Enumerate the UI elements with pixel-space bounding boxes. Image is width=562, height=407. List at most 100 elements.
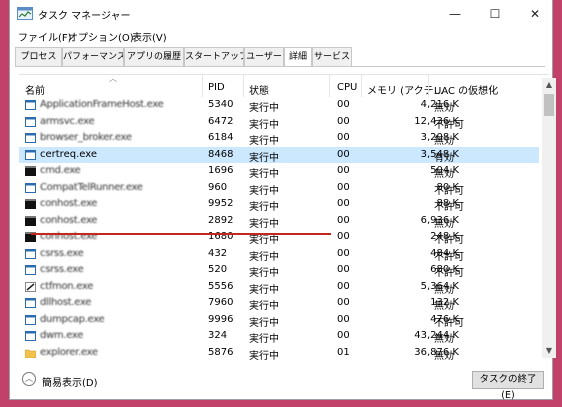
table-row[interactable]: csrss.exe 520 実行中 00 680 K 不許可 xyxy=(19,262,539,279)
details-table: ︿ 名前 PID 状態 CPU メモリ (アクテ... UAC の仮想化 App… xyxy=(19,74,549,365)
tab-processes[interactable]: プロセス xyxy=(15,47,62,66)
process-pid: 9952 xyxy=(208,198,234,209)
process-name: dumpcap.exe xyxy=(40,313,105,325)
tab-performance[interactable]: パフォーマンス xyxy=(62,47,124,66)
column-status[interactable]: 状態 xyxy=(249,82,269,97)
column-name[interactable]: 名前 xyxy=(25,82,45,97)
process-name: ApplicationFrameHost.exe xyxy=(40,99,164,110)
table-row[interactable]: dumpcap.exe 9996 実行中 00 476 K 不許可 xyxy=(19,312,539,329)
window-icon xyxy=(25,298,36,308)
tab-services[interactable]: サービス xyxy=(312,47,352,66)
process-pid: 5340 xyxy=(208,99,234,110)
process-name: browser_broker.exe xyxy=(40,132,132,143)
task-manager-icon xyxy=(17,7,33,21)
table-row[interactable]: csrss.exe 432 実行中 00 484 K 不許可 xyxy=(19,246,539,263)
table-row[interactable]: explorer.exe 5876 実行中 01 36,876 K 無効 xyxy=(19,345,539,362)
process-uac: 不許可 xyxy=(434,317,464,329)
tab-divider xyxy=(15,66,545,67)
tab-details[interactable]: 詳細 xyxy=(284,47,312,67)
column-cpu[interactable]: CPU xyxy=(337,82,357,93)
process-uac: 不許可 xyxy=(434,268,464,279)
process-status: 実行中 xyxy=(249,350,279,362)
column-divider xyxy=(243,75,244,97)
scroll-thumb[interactable] xyxy=(544,94,554,116)
table-header: ︿ 名前 PID 状態 CPU メモリ (アクテ... UAC の仮想化 xyxy=(19,74,539,97)
fewer-details-link[interactable]: 簡易表示(D) xyxy=(42,374,98,389)
process-name: csrss.exe xyxy=(40,264,84,275)
scroll-down-icon[interactable]: ▼ xyxy=(542,344,556,358)
close-button[interactable]: ✕ xyxy=(522,4,548,24)
process-name: certreq.exe xyxy=(40,148,97,160)
table-row[interactable]: browser_broker.exe 6184 実行中 00 3,208 K 無効 xyxy=(19,130,539,147)
table-row[interactable]: conhost.exe 1680 実行中 00 248 K 不許可 xyxy=(19,229,539,246)
table-row[interactable]: CompatTelRunner.exe 960 実行中 00 80 K 不許可 xyxy=(19,180,539,197)
process-pid: 432 xyxy=(208,247,228,259)
process-name: csrss.exe xyxy=(40,247,84,259)
process-cpu: 00 xyxy=(337,115,350,127)
process-cpu: 00 xyxy=(337,231,350,242)
scroll-up-icon[interactable]: ▲ xyxy=(542,78,556,92)
process-pid: 1696 xyxy=(208,165,234,176)
process-status: 実行中 xyxy=(249,334,279,345)
process-uac: 無効 xyxy=(434,169,454,180)
process-status: 実行中 xyxy=(249,202,279,213)
process-uac: 不許可 xyxy=(434,251,464,263)
tab-users[interactable]: ユーザー xyxy=(244,47,284,66)
table-row[interactable]: armsvc.exe 6472 実行中 00 12,436 K 不許可 xyxy=(19,114,539,131)
column-divider xyxy=(428,75,429,97)
process-status: 実行中 xyxy=(249,119,279,131)
column-uac[interactable]: UAC の仮想化 xyxy=(434,82,498,97)
process-pid: 2892 xyxy=(208,214,234,226)
window-icon xyxy=(25,265,36,275)
process-cpu: 00 xyxy=(337,165,350,176)
tab-startup[interactable]: スタートアップ xyxy=(184,47,244,66)
tab-app-history[interactable]: アプリの履歴 xyxy=(124,47,184,66)
table-row[interactable]: ctfmon.exe 5556 実行中 00 5,364 K 無効 xyxy=(19,279,539,296)
window-icon xyxy=(25,100,36,110)
process-cpu: 00 xyxy=(337,330,350,341)
window-icon xyxy=(25,182,36,193)
table-row[interactable]: ApplicationFrameHost.exe 5340 実行中 00 4,216 K… xyxy=(19,97,539,114)
process-status: 実行中 xyxy=(249,317,279,329)
process-pid: 8468 xyxy=(208,148,234,160)
table-row[interactable]: dwm.exe 324 実行中 00 43,244 K 無効 xyxy=(19,328,539,345)
process-uac: 無効 xyxy=(434,218,454,230)
table-row[interactable]: certreq.exe 8468 実行中 00 3,548 K 有効 xyxy=(19,146,539,164)
process-status: 実行中 xyxy=(249,268,279,279)
process-cpu: 00 xyxy=(337,148,350,160)
process-cpu: 00 xyxy=(337,99,350,110)
process-uac: 不許可 xyxy=(434,202,464,213)
process-uac: 不許可 xyxy=(434,185,464,197)
process-uac: 不許可 xyxy=(434,119,464,131)
process-name: dllhost.exe xyxy=(40,297,92,308)
menu-file[interactable]: ファイル(F) xyxy=(18,29,72,44)
process-pid: 9996 xyxy=(208,313,234,325)
table-body: ApplicationFrameHost.exe 5340 実行中 00 4,216 K… xyxy=(19,97,539,362)
window-icon xyxy=(25,248,36,259)
end-task-button[interactable]: タスクの終了(E) xyxy=(472,371,544,401)
process-cpu: 00 xyxy=(337,214,350,226)
table-row[interactable]: cmd.exe 1696 実行中 00 504 K 無効 xyxy=(19,163,539,180)
process-pid: 324 xyxy=(208,330,228,341)
process-status: 実行中 xyxy=(249,152,279,164)
maximize-button[interactable]: ☐ xyxy=(482,4,508,24)
column-divider xyxy=(202,75,203,97)
process-uac: 無効 xyxy=(434,103,454,114)
column-memory[interactable]: メモリ (アクテ... xyxy=(367,82,443,97)
menu-view[interactable]: 表示(V) xyxy=(132,29,167,44)
footer-bar: ︿ 簡易表示(D) タスクの終了(E) xyxy=(10,366,552,401)
collapse-chevron-icon[interactable]: ︿ xyxy=(22,372,36,386)
table-row[interactable]: conhost.exe 2892 実行中 00 6,936 K 無効 xyxy=(19,213,539,230)
table-row[interactable]: dllhost.exe 7960 実行中 00 132 K 無効 xyxy=(19,295,539,312)
table-row[interactable]: conhost.exe 9952 実行中 00 88 K 不許可 xyxy=(19,196,539,213)
menu-options[interactable]: オプション(O) xyxy=(68,29,134,44)
process-name: dwm.exe xyxy=(40,330,84,341)
process-cpu: 00 xyxy=(337,247,350,259)
column-pid[interactable]: PID xyxy=(208,82,225,93)
minimize-button[interactable]: — xyxy=(442,4,468,24)
vertical-scrollbar[interactable]: ▲ ▼ xyxy=(542,78,556,358)
process-status: 実行中 xyxy=(249,103,279,114)
process-cpu: 00 xyxy=(337,181,350,193)
window-icon xyxy=(25,331,36,341)
process-pid: 5876 xyxy=(208,346,234,358)
